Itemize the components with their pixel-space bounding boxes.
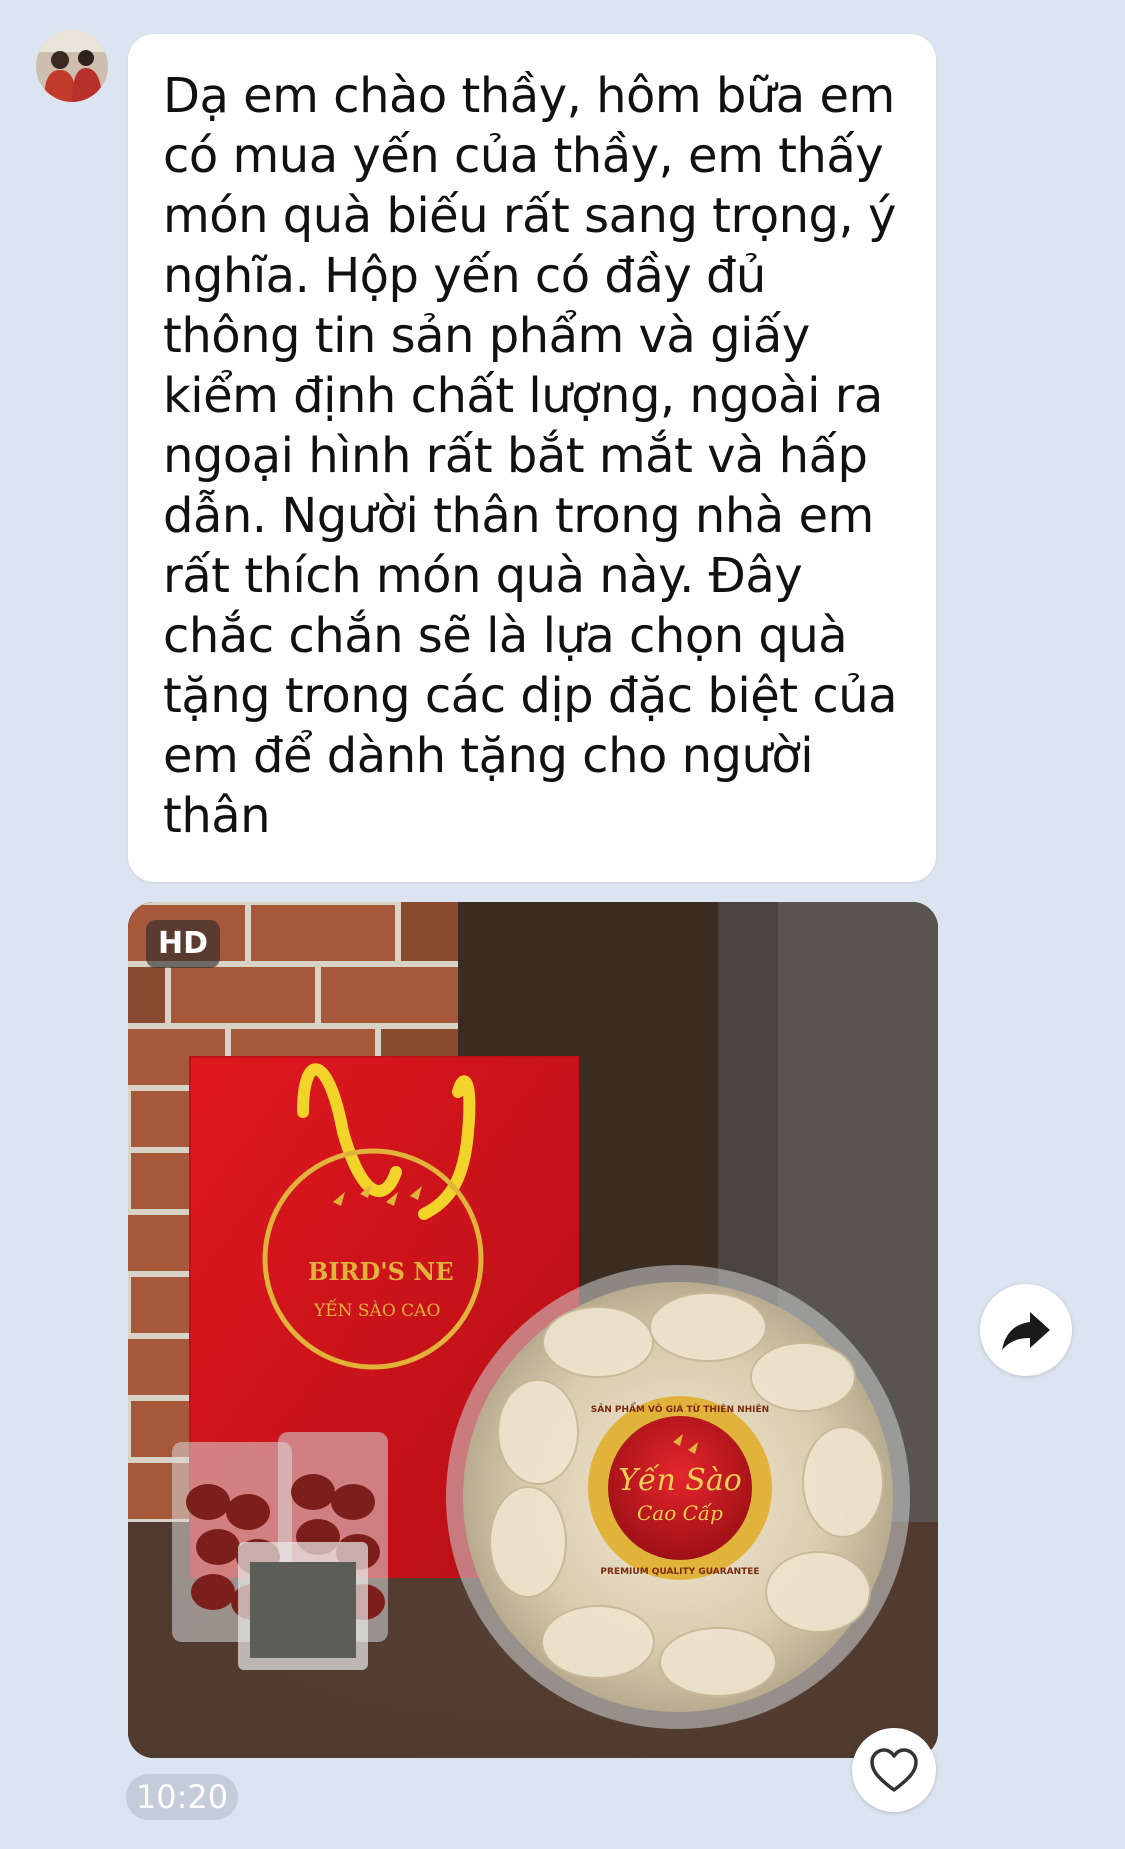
product-photo: BIRD'S NE YẾN SÀO CAO SẢN PHẨM VÔ GIÁ TỪ…: [128, 902, 938, 1758]
bag-logo-text: BIRD'S NE: [308, 1257, 454, 1286]
message-bubble[interactable]: Dạ em chào thầy, hôm bữa em có mua yến c…: [128, 34, 936, 882]
share-button[interactable]: [980, 1284, 1072, 1376]
photo-message[interactable]: BIRD'S NE YẾN SÀO CAO SẢN PHẨM VÔ GIÁ TỪ…: [128, 902, 938, 1758]
sender-avatar[interactable]: [36, 30, 108, 102]
heart-icon: [870, 1748, 918, 1792]
seal-title-text: Yến Sào: [618, 1463, 742, 1498]
hd-badge: HD: [146, 920, 220, 968]
bag-logo-subtext: YẾN SÀO CAO: [313, 1298, 440, 1321]
message-text: Dạ em chào thầy, hôm bữa em có mua yến c…: [163, 68, 898, 844]
like-button[interactable]: [852, 1728, 936, 1812]
avatar-image: [36, 30, 108, 102]
seal-subtitle-text: Cao Cấp: [637, 1501, 723, 1525]
message-timestamp: 10:20: [126, 1774, 238, 1820]
seal-ring-bottom-text: PREMIUM QUALITY GUARANTEE: [600, 1567, 759, 1577]
share-icon: [1002, 1312, 1050, 1350]
